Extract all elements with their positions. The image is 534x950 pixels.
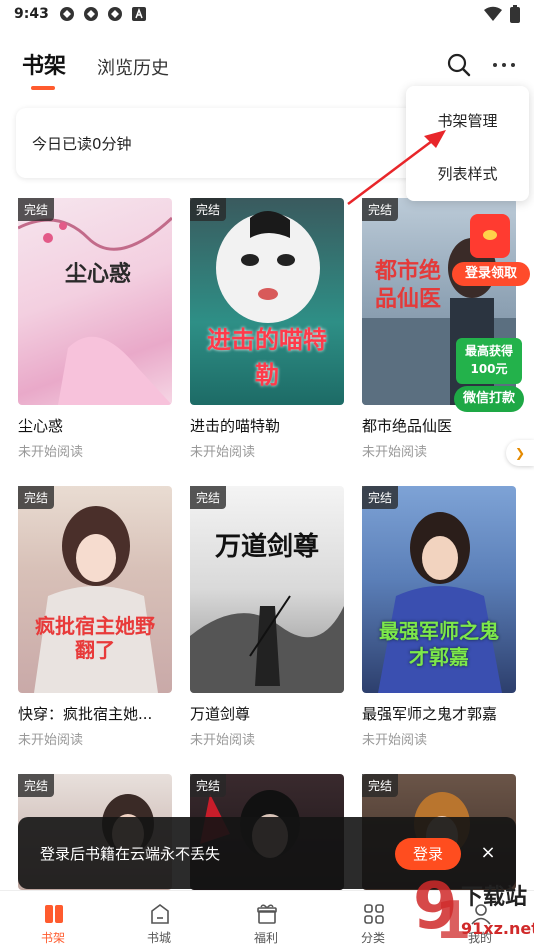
status-badge: 完结 — [18, 198, 55, 221]
more-options-menu: 书架管理 列表样式 — [406, 86, 529, 201]
book-cover[interactable]: 进击的喵特勒 — [190, 198, 344, 405]
status-badge: 完结 — [190, 774, 227, 797]
tab-browse-history[interactable]: 浏览历史 — [97, 54, 169, 80]
tab-active-indicator — [31, 86, 55, 90]
book-cover[interactable]: 万道剑尊 — [190, 486, 344, 693]
tab-bookshelf[interactable]: 书架 — [22, 48, 66, 80]
nav-label: 福利 — [253, 931, 278, 945]
wechat-payout-amount: 最高获得 100元 — [456, 338, 522, 384]
nav-item-bookshelf[interactable]: 书架 — [0, 891, 106, 950]
wechat-payout-line2: 100元 — [470, 362, 508, 376]
svg-text:91xz.net: 91xz.net — [461, 919, 534, 938]
site-watermark-logo: 9 1 下载站 91xz.net — [413, 870, 534, 950]
svg-text:下载站: 下载站 — [461, 884, 527, 910]
nav-item-bookstore[interactable]: 书城 — [106, 891, 212, 950]
book-cover[interactable]: 疯批宿主她野翻了 — [18, 486, 172, 693]
nav-label: 书架 — [40, 931, 65, 945]
book-read-status: 未开始阅读 — [190, 733, 256, 748]
book-cover-art — [18, 216, 172, 405]
status-badge: 完结 — [362, 774, 399, 797]
book-title: 进击的喵特勒 — [190, 417, 281, 435]
a-notification-icon — [131, 7, 146, 21]
book-title: 最强军师之鬼才郭嘉 — [362, 705, 498, 723]
book-read-status: 未开始阅读 — [362, 445, 428, 460]
status-badge: 完结 — [362, 486, 399, 509]
app-notification-icon — [83, 7, 98, 21]
book-read-status: 未开始阅读 — [190, 445, 256, 460]
login-reward-label: 登录领取 — [452, 262, 530, 286]
book-cover-title: 进击的喵特勒 — [207, 326, 327, 389]
book-cover-title: 万道剑尊 — [214, 532, 319, 562]
wifi-icon — [484, 6, 502, 22]
category-grid-icon — [364, 904, 384, 924]
search-icon[interactable] — [446, 52, 472, 78]
book-read-status: 未开始阅读 — [18, 445, 84, 460]
book-title: 快穿：疯批宿主她... — [18, 705, 153, 723]
book-title: 都市绝品仙医 — [362, 417, 453, 435]
book-cover-title: 都市绝品仙医 — [374, 259, 441, 312]
status-time: 9:43 — [14, 6, 49, 22]
app-notification-icon — [107, 7, 122, 21]
book-cover-title: 尘心惑 — [64, 261, 131, 287]
expand-chevron-icon[interactable]: ❯ — [506, 440, 534, 466]
status-bar: 9:43 — [0, 0, 534, 28]
reading-time-text: 今日已读0分钟 — [32, 135, 132, 153]
more-options-button[interactable] — [488, 52, 520, 78]
wechat-payout-float[interactable]: 最高获得 100元 微信打款 — [454, 338, 524, 412]
book-cover-title: 最强军师之鬼才郭嘉 — [379, 619, 499, 669]
status-badge: 完结 — [18, 774, 55, 797]
red-packet-icon — [470, 214, 510, 258]
book-cover-title: 疯批宿主她野翻了 — [35, 614, 155, 662]
menu-item-list-style[interactable]: 列表样式 — [406, 163, 529, 184]
status-badge: 完结 — [18, 486, 55, 509]
book-cover[interactable]: 尘心惑 — [18, 198, 172, 405]
book-cover[interactable]: 最强军师之鬼才郭嘉 — [362, 486, 516, 693]
login-reward-float[interactable]: 登录领取 — [452, 214, 530, 286]
wechat-payout-line1: 最高获得 — [464, 344, 513, 358]
book-title: 尘心惑 — [18, 417, 64, 435]
menu-item-bookshelf-manage[interactable]: 书架管理 — [406, 110, 529, 131]
bookshelf-icon — [45, 905, 63, 923]
book-cover-art — [190, 595, 344, 693]
status-badge: 完结 — [362, 198, 399, 221]
battery-icon — [510, 5, 520, 23]
book-title: 万道剑尊 — [190, 705, 251, 723]
status-badge: 完结 — [190, 486, 227, 509]
nav-item-welfare[interactable]: 福利 — [213, 891, 319, 950]
book-read-status: 未开始阅读 — [18, 733, 84, 748]
nav-label: 书城 — [146, 931, 171, 945]
bookstore-icon — [151, 904, 169, 924]
status-badge: 完结 — [190, 198, 227, 221]
gift-icon — [257, 904, 277, 924]
toast-message: 登录后书籍在云端永不丢失 — [40, 845, 221, 863]
app-notification-icon — [59, 7, 74, 21]
book-read-status: 未开始阅读 — [362, 733, 428, 748]
wechat-payout-button: 微信打款 — [454, 386, 524, 412]
